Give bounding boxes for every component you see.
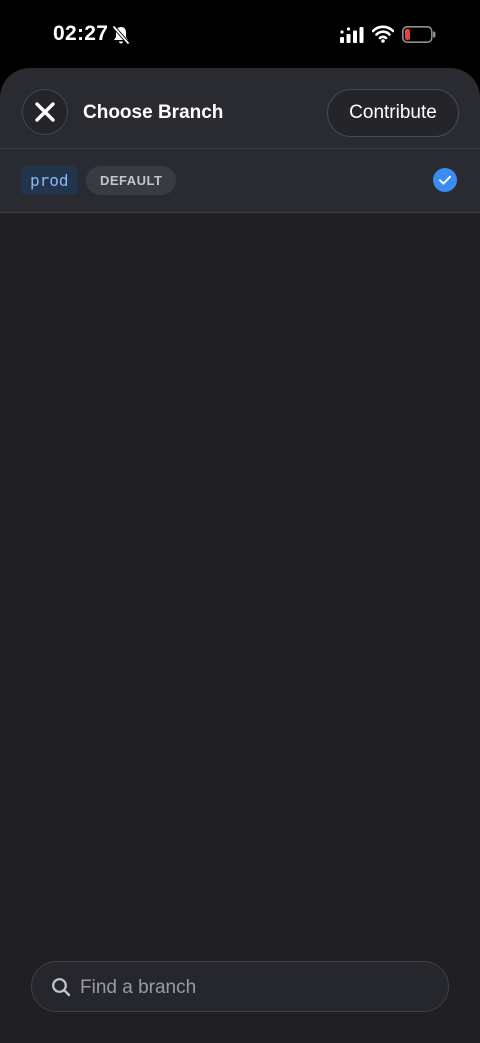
signal-icon — [340, 27, 364, 43]
branch-list-item[interactable]: prod DEFAULT — [0, 149, 480, 213]
close-icon — [35, 102, 55, 122]
close-button[interactable] — [22, 89, 68, 135]
branch-picker-sheet: Choose Branch Contribute prod DEFAULT — [0, 68, 480, 1043]
page-title: Choose Branch — [83, 102, 224, 123]
bell-muted-icon — [112, 25, 130, 45]
wifi-icon — [372, 25, 394, 43]
search-input[interactable] — [78, 962, 432, 1013]
status-time: 02:27 — [53, 22, 109, 45]
contribute-button[interactable]: Contribute — [327, 89, 459, 137]
sheet-header: Choose Branch Contribute — [0, 68, 480, 149]
battery-low-icon — [402, 26, 436, 43]
branch-name: prod — [21, 166, 78, 195]
search-icon — [52, 978, 71, 997]
status-bar: 02:27 — [0, 0, 480, 68]
checkmark-selected-icon — [433, 168, 457, 192]
search-bar[interactable] — [31, 961, 449, 1013]
default-badge: DEFAULT — [86, 166, 177, 195]
